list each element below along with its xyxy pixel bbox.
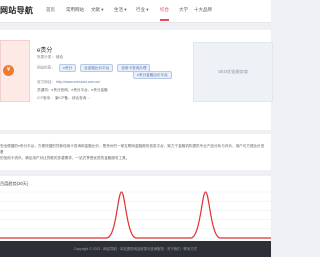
trend-chart-card: 百度趋势(30天) (0, 176, 271, 241)
category-label: 所属分类： (37, 55, 55, 59)
site-title: e贵分 (37, 48, 53, 54)
icp-label: ICP备案： (37, 96, 54, 100)
nav-item-life[interactable]: 生活 ▾ (114, 7, 127, 13)
icp-value[interactable]: 渝ICP备... 综合查询 ... (55, 96, 91, 100)
icp-row: ICP备案： 渝ICP备... 综合查询 ... (37, 96, 90, 101)
nav-item-industry[interactable]: 行业 ▾ (136, 7, 149, 13)
nav-item-common-sites[interactable]: 常用网站 (66, 7, 84, 13)
series-line (0, 191, 271, 239)
tag-item[interactable]: e贵分金融比价平台 (133, 71, 172, 79)
official-site-label: 官方网站： (37, 80, 55, 84)
chart-grid (0, 191, 271, 239)
official-site-row: 官方网站： http://www.ezhuishi.com.cn/ (37, 80, 100, 85)
site-logo[interactable]: 网站导航 (0, 5, 33, 16)
tags-row-overflow: e贵分金融比价平台 (130, 71, 172, 79)
category-value[interactable]: 综合 (56, 55, 63, 59)
top-navigation-bar: 网站导航 首页 常用网站 文献 ▾ 生活 ▾ 行业 ▾ 综合 大学 十大品牌 (0, 0, 271, 23)
site-logo-icon: ¥ (3, 65, 14, 76)
nav-item-general[interactable]: 综合 (160, 7, 169, 13)
chart-title: 百度趋势(30天) (0, 181, 29, 186)
trend-chart (0, 191, 271, 239)
category-row: 所属分类： 综合 (37, 55, 63, 60)
nav-item-top-brands[interactable]: 十大品牌 (194, 7, 212, 13)
chart-plot (0, 191, 271, 239)
site-thumbnail: ¥ (0, 40, 30, 102)
nav-item-home[interactable]: 首页 (46, 7, 55, 13)
official-site-link[interactable]: http://www.ezhuishi.com.cn/ (56, 80, 100, 84)
tag-item[interactable]: 全金融比价平台 (80, 64, 114, 72)
site-description-card: 安全便捷的e贵分平台，方便快捷的贷款信用卡查询和金融比价，是贵州的一家互联网金融… (0, 134, 271, 170)
seo-ad-label: SEO优化服务商 (218, 69, 248, 74)
nav-item-university[interactable]: 大学 (179, 7, 188, 13)
seo-ad-box[interactable]: SEO优化服务商 (193, 42, 273, 102)
active-nav-indicator (160, 19, 169, 21)
description-line: 安全便捷的e贵分平台，方便快捷的贷款信用卡查询和金融比价，是贵州的一家互联网金融… (0, 144, 265, 154)
description-line: 的信用卡资讯，满足用户对比贷款的多重需求，一站式享受优质的金融服务工具。 (0, 156, 130, 160)
footer-text: Copyright © 2023 - 网站导航 · 本站提供网站收录与查询服务 … (73, 247, 198, 251)
tags-label: 网站标签： (37, 65, 55, 70)
site-info-card: ¥ e贵分 所属分类： 综合 网站标签： e贵分 全金融比价平台 信用卡查询办理… (0, 30, 273, 130)
keywords-row: 关键词：e贵分官网，e贵分平台，e贵分金融 (37, 88, 108, 92)
tag-item[interactable]: e贵分 (58, 64, 77, 72)
site-description: 安全便捷的e贵分平台，方便快捷的贷款信用卡查询和金融比价，是贵州的一家互联网金融… (0, 143, 266, 161)
nav-item-literature[interactable]: 文献 ▾ (91, 7, 104, 13)
footer: Copyright © 2023 - 网站导航 · 本站提供网站收录与查询服务 … (0, 241, 271, 257)
